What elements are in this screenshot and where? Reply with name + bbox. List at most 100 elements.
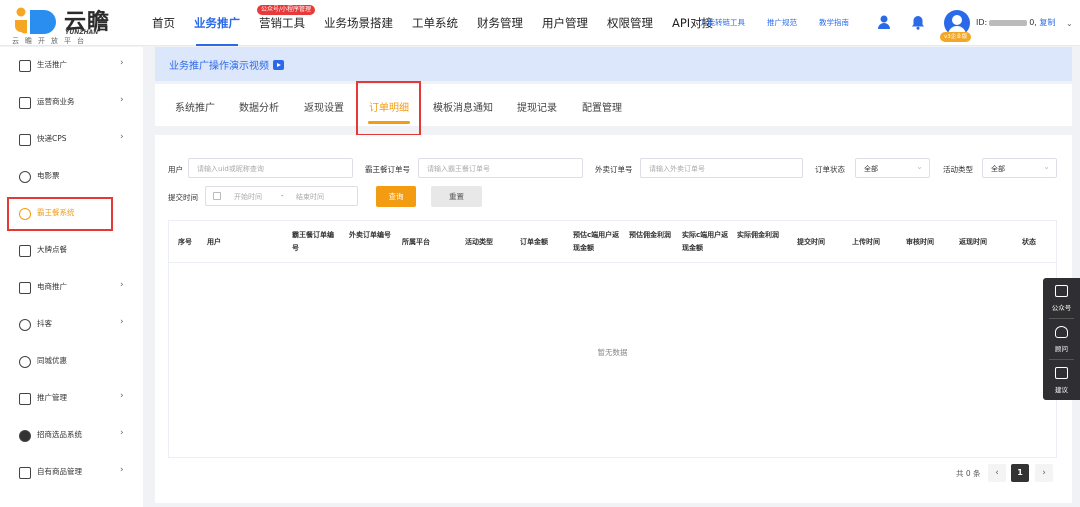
wechat-icon: [1055, 285, 1068, 297]
sidebar-item-operator[interactable]: 运营商业务 ›: [0, 84, 143, 121]
nav-home[interactable]: 首页: [152, 0, 175, 46]
ecommerce-icon: [19, 282, 31, 294]
submit-time-range[interactable]: 开始时间 - 结束时间: [205, 186, 358, 206]
sidebar-item-label: 自有商品管理: [37, 467, 82, 476]
nav-label: 首页: [152, 16, 175, 30]
order-table: 序号 用户 霸王餐订单编号 外卖订单编号 所属平台 活动类型 订单金额 预估c端…: [168, 220, 1057, 458]
col-activity-type: 活动类型: [465, 238, 493, 246]
nav-permission[interactable]: 权限管理: [607, 0, 653, 46]
nav-marketing-tools[interactable]: 公众号/小程序管理 营销工具: [257, 0, 316, 46]
nav-label: 工单系统: [412, 16, 458, 30]
link-converter[interactable]: 万能转链工具: [700, 0, 745, 46]
highlight-box: [7, 197, 113, 231]
avatar-head: [952, 15, 962, 25]
sidebar-item-label: 电影票: [37, 171, 60, 180]
user-search-input[interactable]: 请输入uid或昵称查询: [188, 158, 353, 178]
chevron-right-icon: ›: [120, 391, 124, 401]
range-separator: -: [281, 192, 284, 200]
submit-time-label: 提交时间: [168, 193, 198, 202]
input-placeholder: 请输入uid或昵称查询: [197, 165, 264, 173]
prev-page-button[interactable]: ‹: [988, 464, 1006, 482]
nav-business-promo[interactable]: 业务推广: [194, 0, 240, 46]
float-wechat[interactable]: 公众号: [1043, 278, 1080, 318]
page-number-button[interactable]: 1: [1011, 464, 1029, 482]
col-bwc-order-no: 霸王餐订单编号: [292, 231, 334, 252]
col-index: 序号: [178, 238, 192, 246]
sidebar-item-ecommerce[interactable]: 电商推广 ›: [0, 269, 143, 306]
sidebar-item-label: 大牌点餐: [37, 245, 67, 254]
chevron-down-icon[interactable]: ⌄: [1066, 19, 1073, 28]
user-id-masked: [989, 19, 1028, 26]
tab-withdraw-records[interactable]: 提现记录: [517, 99, 557, 114]
nav-finance[interactable]: 财务管理: [477, 0, 523, 46]
location-icon: [19, 356, 31, 368]
sidebar-item-label: 电商推广: [37, 282, 67, 291]
link-rules[interactable]: 推广规范: [767, 0, 797, 46]
header-links: 万能转链工具 推广规范 教学指南: [700, 0, 871, 46]
sidebar-item-promo-manage[interactable]: 推广管理 ›: [0, 380, 143, 417]
order-status-label: 订单状态: [815, 165, 845, 174]
pagination-total: 共 0 条: [956, 469, 981, 478]
sidebar-item-order-food[interactable]: 大牌点餐: [0, 232, 143, 269]
chevron-right-icon: ›: [120, 465, 124, 475]
sidebar-item-express[interactable]: 快递CPS ›: [0, 121, 143, 158]
col-takeout-order-no: 外卖订单编号: [349, 231, 391, 239]
bell-icon[interactable]: [910, 14, 926, 30]
logo-icon: [15, 7, 56, 34]
tab-system-promo[interactable]: 系统推广: [175, 99, 215, 114]
float-label: 建议: [1055, 386, 1068, 394]
input-placeholder: 请输入霸王餐订单号: [427, 165, 490, 173]
tab-bar: 系统推广 数据分析 返现设置 订单明细 模板消息通知 提现记录 配置管理: [155, 81, 1072, 136]
tab-config[interactable]: 配置管理: [582, 99, 622, 114]
sidebar-item-own-goods[interactable]: 自有商品管理 ›: [0, 454, 143, 491]
user-service-icon[interactable]: [876, 14, 892, 30]
takeout-order-label: 外卖订单号: [595, 165, 633, 174]
reset-button[interactable]: 重置: [431, 186, 482, 207]
next-page-button[interactable]: ›: [1035, 464, 1053, 482]
activity-type-label: 活动类型: [943, 165, 973, 174]
operator-icon: [19, 97, 31, 109]
query-button[interactable]: 查询: [376, 186, 416, 207]
link-guide[interactable]: 教学指南: [819, 0, 849, 46]
video-banner[interactable]: 业务推广操作演示视频: [155, 47, 1072, 81]
highlight-box: [356, 81, 421, 136]
sidebar-item-selection[interactable]: 招商选品系统 ›: [0, 417, 143, 454]
float-label: 公众号: [1051, 304, 1072, 312]
sidebar-item-local[interactable]: 同城优惠: [0, 343, 143, 380]
sidebar-item-movie[interactable]: 电影票: [0, 158, 143, 195]
tab-data-analysis[interactable]: 数据分析: [239, 99, 279, 114]
user-id-suffix: 0,: [1029, 18, 1037, 27]
vip-badge: v3企业版: [940, 32, 972, 42]
user-id: ID: 0, 复制: [976, 17, 1055, 28]
float-consultant[interactable]: 顾问: [1043, 319, 1080, 359]
nav-label: 业务推广: [194, 16, 240, 30]
logo-subtitle: 云瞻开放平台: [12, 37, 90, 45]
float-label: 顾问: [1055, 345, 1068, 353]
logo[interactable]: 云瞻 YUNZHAN 云瞻开放平台: [12, 4, 122, 45]
sidebar-item-life[interactable]: 生活推广 ›: [0, 47, 143, 84]
nav-scene-building[interactable]: 业务场景搭建: [324, 0, 393, 46]
float-suggestion[interactable]: 建议: [1043, 360, 1080, 400]
tab-cashback-settings[interactable]: 返现设置: [304, 99, 344, 114]
col-user: 用户: [207, 238, 221, 246]
col-actual-commission: 实际佣金利润: [737, 231, 779, 239]
order-detail-panel: 用户 请输入uid或昵称查询 霸王餐订单号 请输入霸王餐订单号 外卖订单号 请输…: [155, 135, 1072, 503]
sidebar-item-label: 同城优惠: [37, 356, 67, 365]
top-header: 云瞻 YUNZHAN 云瞻开放平台 首页 业务推广 公众号/小程序管理 营销工具…: [0, 0, 1080, 46]
col-upload-time: 上传时间: [852, 238, 880, 246]
sidebar-item-label: 生活推广: [37, 60, 67, 69]
order-status-select[interactable]: 全部 ⌄: [855, 158, 930, 178]
chevron-right-icon: ›: [120, 132, 124, 142]
nav-ticket-system[interactable]: 工单系统: [412, 0, 458, 46]
bwc-order-input[interactable]: 请输入霸王餐订单号: [418, 158, 583, 178]
activity-type-select[interactable]: 全部 ⌄: [982, 158, 1057, 178]
sidebar-item-label: 招商选品系统: [37, 430, 82, 439]
copy-link[interactable]: 复制: [1039, 18, 1055, 27]
col-order-amount: 订单金额: [520, 238, 548, 246]
takeout-order-input[interactable]: 请输入外卖订单号: [640, 158, 803, 178]
sidebar-item-douke[interactable]: 抖客 ›: [0, 306, 143, 343]
tab-template-notify[interactable]: 模板消息通知: [433, 99, 493, 114]
select-value: 全部: [864, 165, 878, 173]
nav-user-manage[interactable]: 用户管理: [542, 0, 588, 46]
nav-label: 业务场景搭建: [324, 16, 393, 30]
